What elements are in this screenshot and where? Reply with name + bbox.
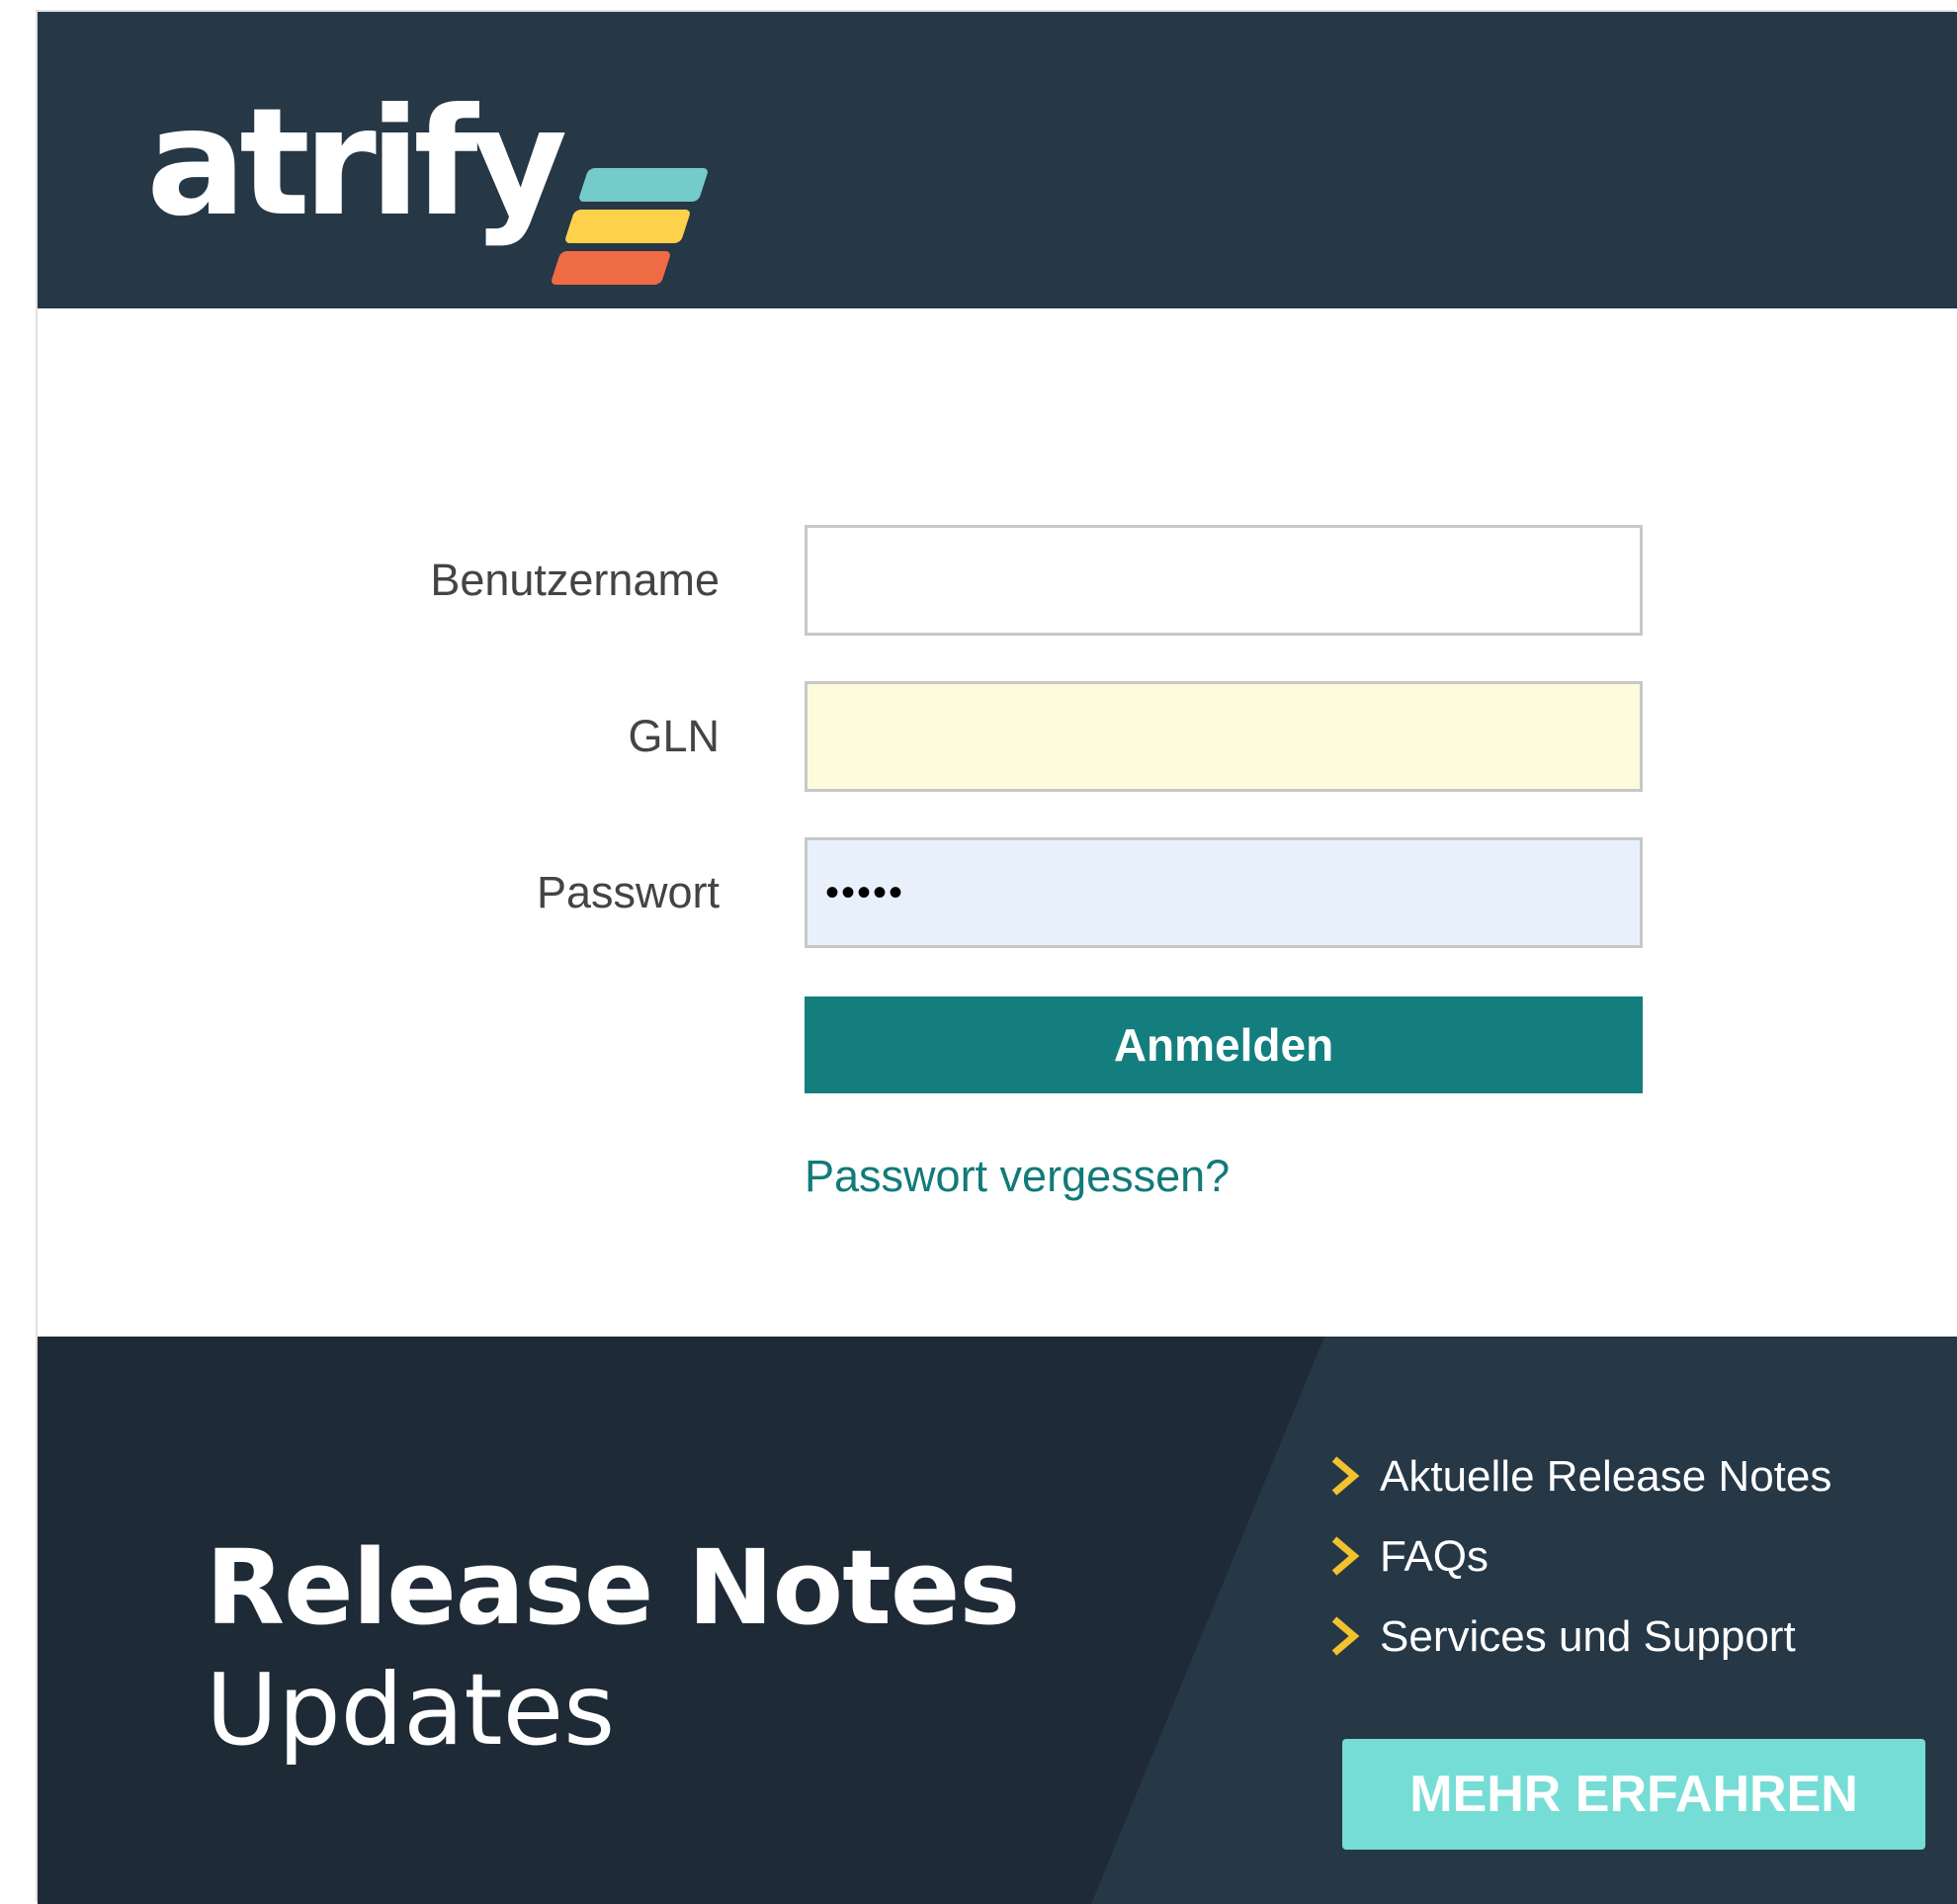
atrify-logo[interactable]: atrify	[146, 69, 710, 285]
gln-label: GLN	[628, 711, 720, 761]
header-bar: atrify	[38, 12, 1957, 308]
learn-more-button[interactable]: MEHR ERFAHREN	[1342, 1739, 1925, 1850]
chevron-right-icon	[1331, 1456, 1360, 1497]
release-notes-banner: Release Notes Updates Aktuelle Release N…	[38, 1337, 1957, 1904]
password-input[interactable]	[805, 837, 1643, 948]
services-support-link-label: Services und Support	[1380, 1612, 1796, 1661]
faqs-link-label: FAQs	[1380, 1532, 1489, 1581]
chevron-right-icon	[1331, 1616, 1360, 1657]
login-form: Benutzername GLN Passwort Anmelden Passw…	[38, 308, 1957, 1337]
username-input[interactable]	[805, 525, 1643, 636]
password-label: Passwort	[536, 867, 720, 917]
release-notes-link-label: Aktuelle Release Notes	[1380, 1452, 1832, 1501]
banner-subtitle: Updates	[206, 1652, 616, 1768]
page-frame: atrify Benutzername GLN Passwort Anmelde…	[38, 12, 1957, 1904]
logo-stripe-yellow	[563, 210, 692, 243]
logo-stripe-teal	[577, 168, 710, 202]
forgot-password-link[interactable]: Passwort vergessen?	[805, 1147, 1230, 1206]
banner-title: Release Notes	[206, 1527, 1020, 1648]
services-support-link[interactable]: Services und Support	[1322, 1607, 1796, 1667]
logo-wordmark: atrify	[146, 77, 567, 249]
gln-input[interactable]	[805, 681, 1643, 792]
username-label: Benutzername	[430, 555, 720, 605]
faqs-link[interactable]: FAQs	[1322, 1527, 1489, 1587]
release-notes-link[interactable]: Aktuelle Release Notes	[1322, 1447, 1831, 1507]
chevron-right-icon	[1331, 1536, 1360, 1577]
login-button[interactable]: Anmelden	[805, 996, 1643, 1093]
logo-stripe-orange	[550, 251, 672, 285]
